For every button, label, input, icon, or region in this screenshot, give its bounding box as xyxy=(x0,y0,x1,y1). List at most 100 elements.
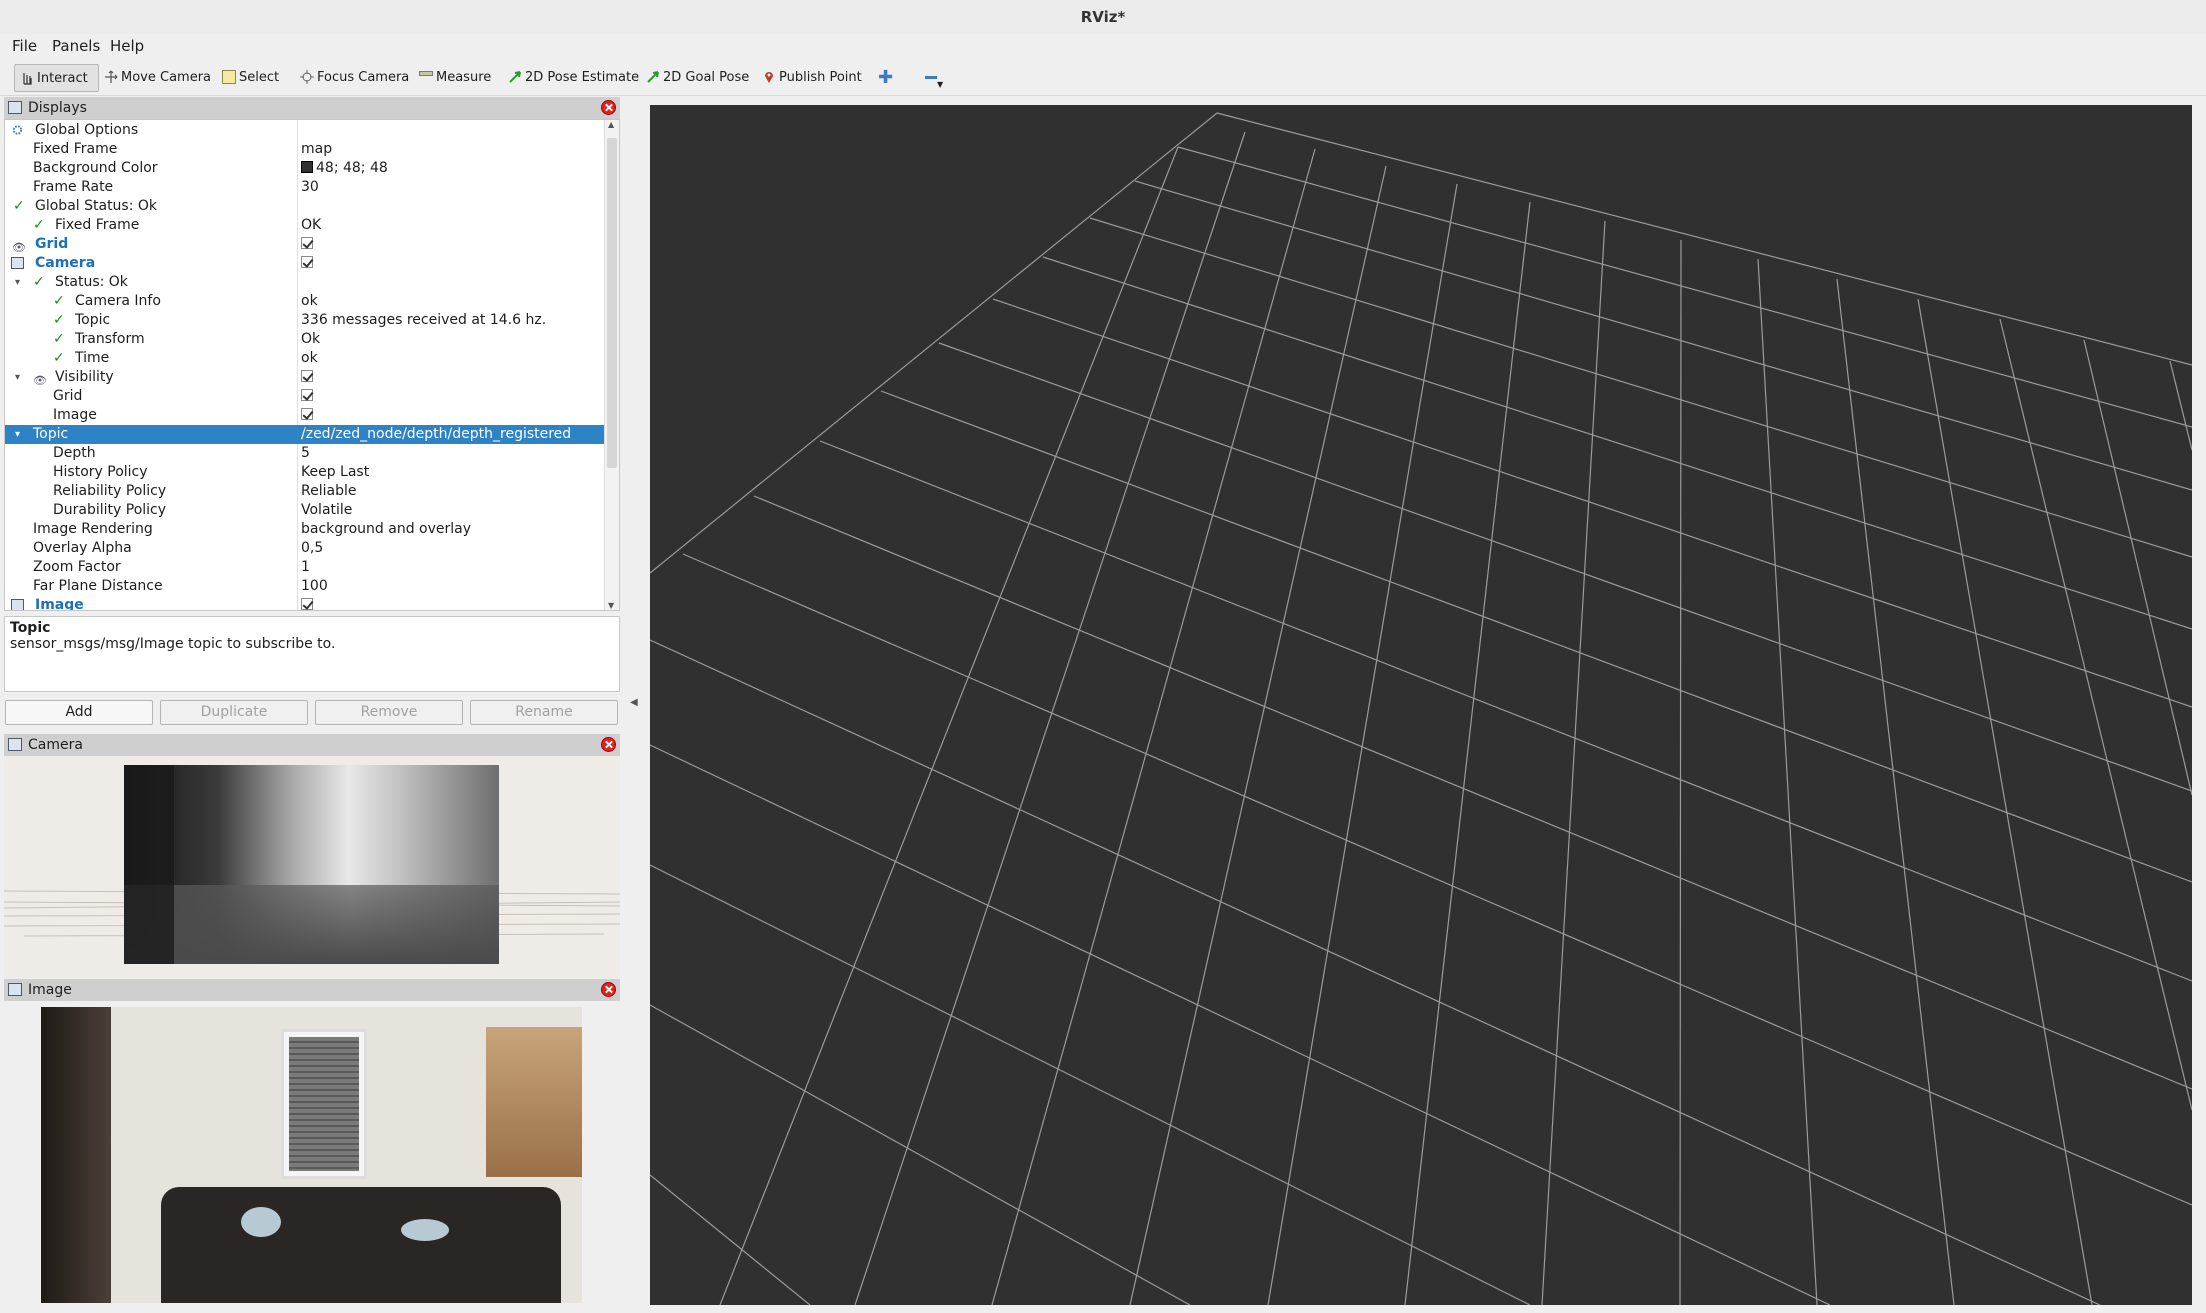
tree-row-zoom-factor[interactable]: Zoom Factor 1 xyxy=(5,558,605,577)
close-icon[interactable] xyxy=(601,982,616,997)
eye-icon: 👁 xyxy=(33,374,47,387)
displays-tree[interactable]: Global Options Fixed Frame map Background… xyxy=(4,119,620,611)
scroll-down-arrow-icon[interactable]: ▼ xyxy=(608,601,614,610)
check-icon: ✓ xyxy=(53,331,65,347)
window-title: RViz* xyxy=(0,0,2206,34)
add-button[interactable]: Add xyxy=(5,700,153,725)
tree-row-topic-selected[interactable]: ▾ Topic/zed/zed_node/depth/depth_registe… xyxy=(5,425,605,444)
dock-splitter-arrow-icon[interactable]: ◀ xyxy=(630,697,638,708)
select-tool-button[interactable]: Select xyxy=(222,64,279,92)
expand-arrow-icon[interactable]: ▾ xyxy=(15,425,20,444)
depth-image xyxy=(124,765,499,964)
select-rect-icon xyxy=(222,69,236,84)
toolbar: Interact Move Camera Select Focus Camera… xyxy=(0,60,2206,96)
color-swatch xyxy=(301,161,313,173)
tree-row-status-fixed-frame[interactable]: ✓ Fixed Frame OK xyxy=(5,216,605,235)
focus-camera-button[interactable]: Focus Camera xyxy=(300,64,409,92)
green-arrow-icon xyxy=(509,70,521,83)
add-tool-plus-icon[interactable]: ✚ xyxy=(878,64,893,92)
move-arrows-icon xyxy=(105,70,118,83)
property-description: Topic sensor_msgs/msg/Image topic to sub… xyxy=(4,616,620,692)
tree-scrollbar[interactable]: ▲ ▼ xyxy=(604,120,619,610)
tree-row-visibility-image[interactable]: Image xyxy=(5,406,605,425)
image-display-icon xyxy=(8,983,22,996)
image-display-icon xyxy=(11,599,24,610)
visibility-grid-checkbox[interactable] xyxy=(301,389,313,401)
description-text: sensor_msgs/msg/Image topic to subscribe… xyxy=(10,636,336,652)
close-icon[interactable] xyxy=(601,100,616,115)
tree-row-durability-policy[interactable]: Durability Policy Volatile xyxy=(5,501,605,520)
duplicate-button[interactable]: Duplicate xyxy=(160,700,308,725)
gear-icon xyxy=(12,125,23,135)
tree-row-background-color[interactable]: Background Color 48; 48; 48 xyxy=(5,159,605,178)
grid-enabled-checkbox[interactable] xyxy=(301,237,313,249)
camera-enabled-checkbox[interactable] xyxy=(301,256,313,268)
monitor-icon xyxy=(8,101,22,114)
tree-row-overlay-alpha[interactable]: Overlay Alpha 0,5 xyxy=(5,539,605,558)
expand-arrow-icon[interactable]: ▾ xyxy=(15,368,20,387)
tree-row-camera[interactable]: Camera xyxy=(5,254,605,273)
camera-panel-title: Camera xyxy=(4,734,620,756)
move-camera-button[interactable]: Move Camera xyxy=(104,64,211,92)
check-icon: ✓ xyxy=(13,198,25,214)
camera-rgb-image xyxy=(41,1007,582,1303)
description-title: Topic xyxy=(10,620,51,636)
check-icon: ✓ xyxy=(53,312,65,328)
visibility-image-checkbox[interactable] xyxy=(301,408,313,420)
tree-row-global-status[interactable]: ✓ Global Status: Ok xyxy=(5,197,605,216)
menu-panels[interactable]: Panels xyxy=(52,37,100,55)
check-icon: ✓ xyxy=(53,293,65,309)
tree-row-frame-rate[interactable]: Frame Rate 30 xyxy=(5,178,605,197)
interact-tool-button[interactable]: Interact xyxy=(14,64,99,92)
image-view[interactable] xyxy=(4,1001,620,1313)
remove-tool-minus-icon[interactable]: ▼ xyxy=(925,64,943,92)
tree-row-global-options[interactable]: Global Options xyxy=(5,121,605,140)
tree-row-reliability-policy[interactable]: Reliability Policy Reliable xyxy=(5,482,605,501)
left-dock: Displays Global Options Fixed Frame map B… xyxy=(0,97,622,1313)
tree-row-depth[interactable]: Depth 5 xyxy=(5,444,605,463)
image-enabled-checkbox[interactable] xyxy=(301,598,313,610)
menu-bar: File Panels Help xyxy=(0,34,2206,60)
camera-display-icon xyxy=(8,738,22,751)
expand-arrow-icon[interactable]: ▾ xyxy=(15,273,20,292)
tree-row-transform[interactable]: ✓ Transform Ok xyxy=(5,330,605,349)
2d-goal-pose-button[interactable]: 2D Goal Pose xyxy=(646,64,749,92)
tree-row-image-rendering[interactable]: Image Rendering background and overlay xyxy=(5,520,605,539)
map-pin-icon xyxy=(765,71,773,83)
check-icon: ✓ xyxy=(33,217,45,233)
measure-tool-button[interactable]: Measure xyxy=(419,64,491,92)
focus-crosshair-icon xyxy=(300,69,314,84)
tree-row-history-policy[interactable]: History Policy Keep Last xyxy=(5,463,605,482)
check-icon: ✓ xyxy=(33,274,45,290)
green-arrow-icon xyxy=(647,70,659,83)
displays-panel-title: Displays xyxy=(4,97,620,119)
scrollbar-thumb[interactable] xyxy=(607,138,617,468)
menu-file[interactable]: File xyxy=(12,37,37,55)
camera-view[interactable] xyxy=(3,756,621,978)
image-panel-title: Image xyxy=(4,979,620,1001)
remove-button[interactable]: Remove xyxy=(315,700,463,725)
menu-help[interactable]: Help xyxy=(110,37,144,55)
publish-point-button[interactable]: Publish Point xyxy=(762,64,862,92)
check-icon: ✓ xyxy=(53,350,65,366)
tree-row-image[interactable]: Image xyxy=(5,596,605,610)
camera-display-icon xyxy=(11,257,24,269)
2d-pose-estimate-button[interactable]: 2D Pose Estimate xyxy=(508,64,639,92)
rename-button[interactable]: Rename xyxy=(470,700,618,725)
tree-row-status-topic[interactable]: ✓ Topic 336 messages received at 14.6 hz. xyxy=(5,311,605,330)
visibility-checkbox[interactable] xyxy=(301,370,313,382)
tree-row-visibility[interactable]: ▾ 👁 Visibility xyxy=(5,368,605,387)
grid-eye-icon: 👁 xyxy=(12,241,26,254)
tree-row-time[interactable]: ✓ Time ok xyxy=(5,349,605,368)
scroll-up-arrow-icon[interactable]: ▲ xyxy=(608,120,614,129)
tree-row-far-plane-distance[interactable]: Far Plane Distance 100 xyxy=(5,577,605,596)
tree-row-visibility-grid[interactable]: Grid xyxy=(5,387,605,406)
tree-row-grid[interactable]: 👁 Grid xyxy=(5,235,605,254)
floor-grid xyxy=(650,112,2192,1305)
tree-row-fixed-frame[interactable]: Fixed Frame map xyxy=(5,140,605,159)
close-icon[interactable] xyxy=(601,737,616,752)
tree-row-camera-info[interactable]: ✓ Camera Info ok xyxy=(5,292,605,311)
hand-pointer-icon xyxy=(23,72,32,85)
3d-viewport[interactable] xyxy=(650,105,2192,1305)
tree-row-status-ok[interactable]: ▾ ✓ Status: Ok xyxy=(5,273,605,292)
